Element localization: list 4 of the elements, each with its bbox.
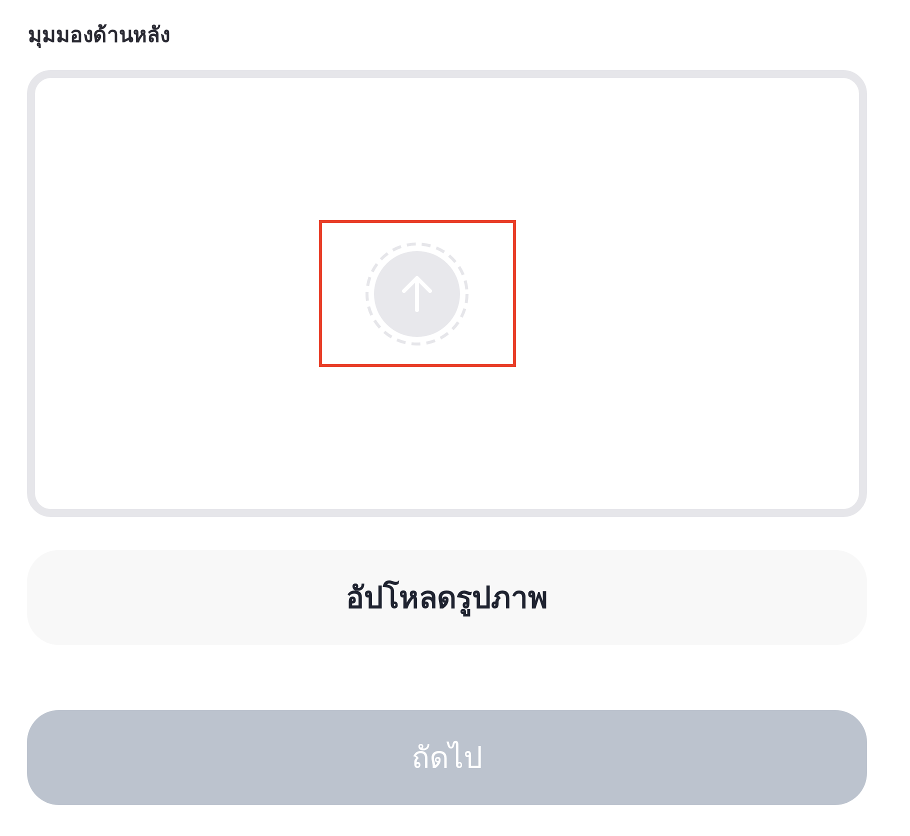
- upload-icon[interactable]: [364, 240, 470, 346]
- section-label: มุมมองด้านหลัง: [28, 22, 171, 50]
- upload-area[interactable]: [27, 70, 867, 517]
- upload-button[interactable]: อัปโหลดรูปภาพ: [27, 550, 867, 645]
